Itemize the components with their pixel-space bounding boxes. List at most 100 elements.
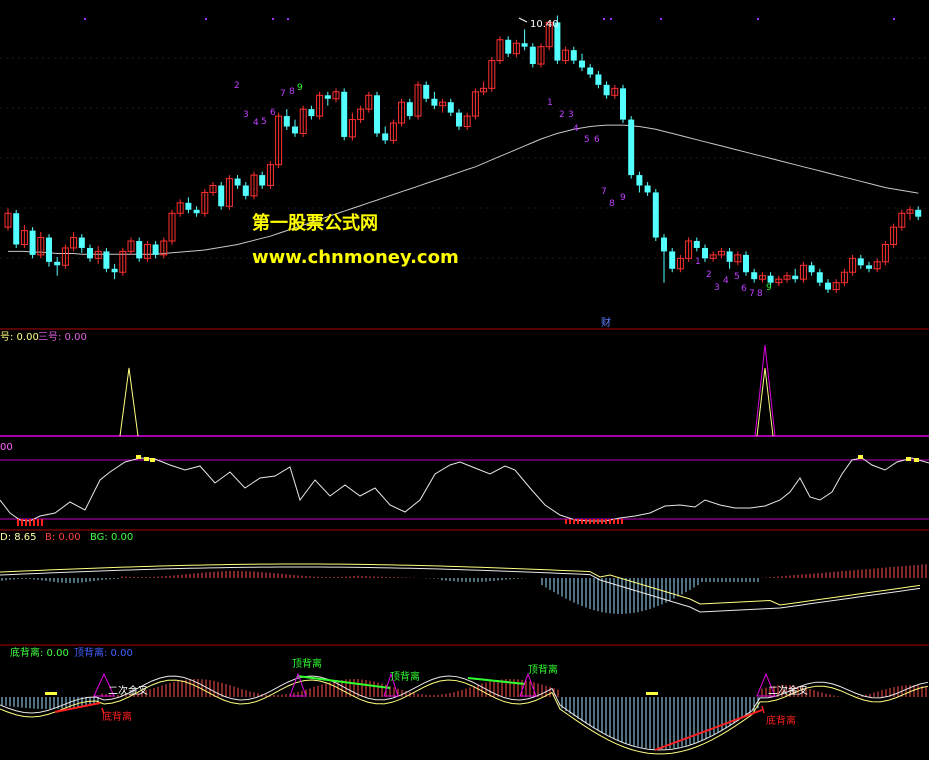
candle-body xyxy=(603,84,610,96)
overbought-mark xyxy=(150,458,155,462)
overbought-mark xyxy=(144,457,149,461)
count-label: 5 xyxy=(584,135,590,145)
candle-body xyxy=(620,88,626,120)
candle-body xyxy=(669,251,676,269)
divergence-annotation: 底背离 xyxy=(102,710,132,723)
count-label: 9 xyxy=(766,283,772,293)
candle-body xyxy=(587,67,594,75)
macd-label-c: BG: 0.00 xyxy=(90,532,133,543)
finance-marker: 财 xyxy=(601,316,611,329)
candle-body xyxy=(103,251,110,269)
top-dot-marker xyxy=(893,18,895,20)
candle-body xyxy=(702,247,708,259)
overbought-mark xyxy=(858,455,863,459)
candle-body xyxy=(628,119,635,176)
candle-body xyxy=(341,91,348,137)
high-annotation: 10.40 xyxy=(530,19,559,30)
count-label: 2 xyxy=(234,81,240,91)
stock-chart[interactable]: 234 567 8 912 345 67891234 56 7 89 10.40 第一股票公式网… xyxy=(0,0,929,760)
candle-body xyxy=(292,126,298,134)
watermark-title: 第一股票公式网 xyxy=(252,212,378,234)
watermark-url: www.chnmoney.com xyxy=(252,247,459,268)
overbought-mark xyxy=(906,457,911,461)
candle-body xyxy=(136,241,143,259)
divergence-annotation: 底背离 xyxy=(766,714,796,727)
candle-body xyxy=(726,251,733,262)
signal-label-a: 号: 0.00 xyxy=(0,331,39,343)
count-label: 8 xyxy=(609,199,615,209)
candle-body xyxy=(54,261,61,266)
candle-body xyxy=(193,209,200,214)
candle-body xyxy=(87,247,93,259)
candle-body xyxy=(78,237,85,248)
top-dot-marker xyxy=(272,18,274,20)
candle-body xyxy=(521,43,528,47)
top-dot-marker xyxy=(660,18,662,20)
count-label: 6 xyxy=(741,284,747,294)
count-label: 6 xyxy=(270,108,276,118)
candle-body xyxy=(857,258,864,266)
count-label: 4 xyxy=(253,118,259,128)
candle-body xyxy=(218,185,225,207)
candle-body xyxy=(152,244,159,255)
candle-body xyxy=(259,175,266,186)
count-label: 2 xyxy=(706,270,712,280)
count-label: 9 xyxy=(297,83,303,93)
candle-body xyxy=(185,202,192,210)
count-label: 4 xyxy=(723,276,729,286)
candle-body xyxy=(825,282,831,290)
count-label: 4 xyxy=(573,124,579,134)
candle-body xyxy=(636,175,643,186)
candle-body xyxy=(816,272,823,283)
candle-body xyxy=(242,185,249,196)
signal-label-b: 三号: 0.00 xyxy=(38,331,87,343)
candle-body xyxy=(644,185,651,193)
div-label-bottom: 底背离: 0.00 xyxy=(10,646,69,659)
candle-body xyxy=(29,230,36,255)
count-label: 6 xyxy=(594,135,600,145)
top-dot-marker xyxy=(603,18,605,20)
top-dot-marker xyxy=(205,18,207,20)
candle-body xyxy=(915,209,922,217)
yellow-marker xyxy=(45,692,57,695)
candle-body xyxy=(505,39,512,54)
candle-body xyxy=(866,265,872,269)
osc-label: 00 xyxy=(0,442,13,453)
top-dot-marker xyxy=(287,18,289,20)
macd-label-a: D: 8.65 xyxy=(0,532,37,543)
candle-body xyxy=(234,178,241,186)
candle-body xyxy=(46,237,52,262)
candle-body xyxy=(456,112,462,127)
candle-body xyxy=(423,84,430,99)
top-dot-marker xyxy=(757,18,759,20)
candle-body xyxy=(431,98,438,106)
divergence-annotation: 顶背离 xyxy=(528,663,558,676)
candle-body xyxy=(382,133,389,141)
top-dot-marker xyxy=(84,18,86,20)
count-label: 7 xyxy=(280,89,286,99)
yellow-marker xyxy=(646,692,658,695)
candle-body xyxy=(652,192,659,238)
divergence-annotation: 顶背离 xyxy=(292,657,322,670)
overbought-mark xyxy=(914,458,919,462)
count-label: 2 xyxy=(559,110,565,120)
candle-body xyxy=(792,275,799,280)
candle-body xyxy=(570,50,577,61)
candle-body xyxy=(808,265,815,273)
candle-body xyxy=(406,102,413,117)
candle-body xyxy=(283,116,290,127)
count-label: 8 xyxy=(289,87,295,97)
count-label: 3 xyxy=(714,283,720,293)
candle-body xyxy=(595,74,602,85)
divergence-annotation: 顶背离 xyxy=(390,670,420,683)
candle-body xyxy=(447,102,454,113)
count-label: 1 xyxy=(695,257,701,267)
divergence-annotation: 二次金叉 xyxy=(108,684,148,697)
candle-body xyxy=(579,60,585,68)
count-label: 3 xyxy=(568,110,574,120)
count-label: 5 xyxy=(734,272,740,282)
candle-body xyxy=(767,275,774,283)
candle-body xyxy=(743,254,749,273)
count-label: 7 xyxy=(749,289,755,299)
divergence-annotation: 二次金叉 xyxy=(768,684,808,697)
